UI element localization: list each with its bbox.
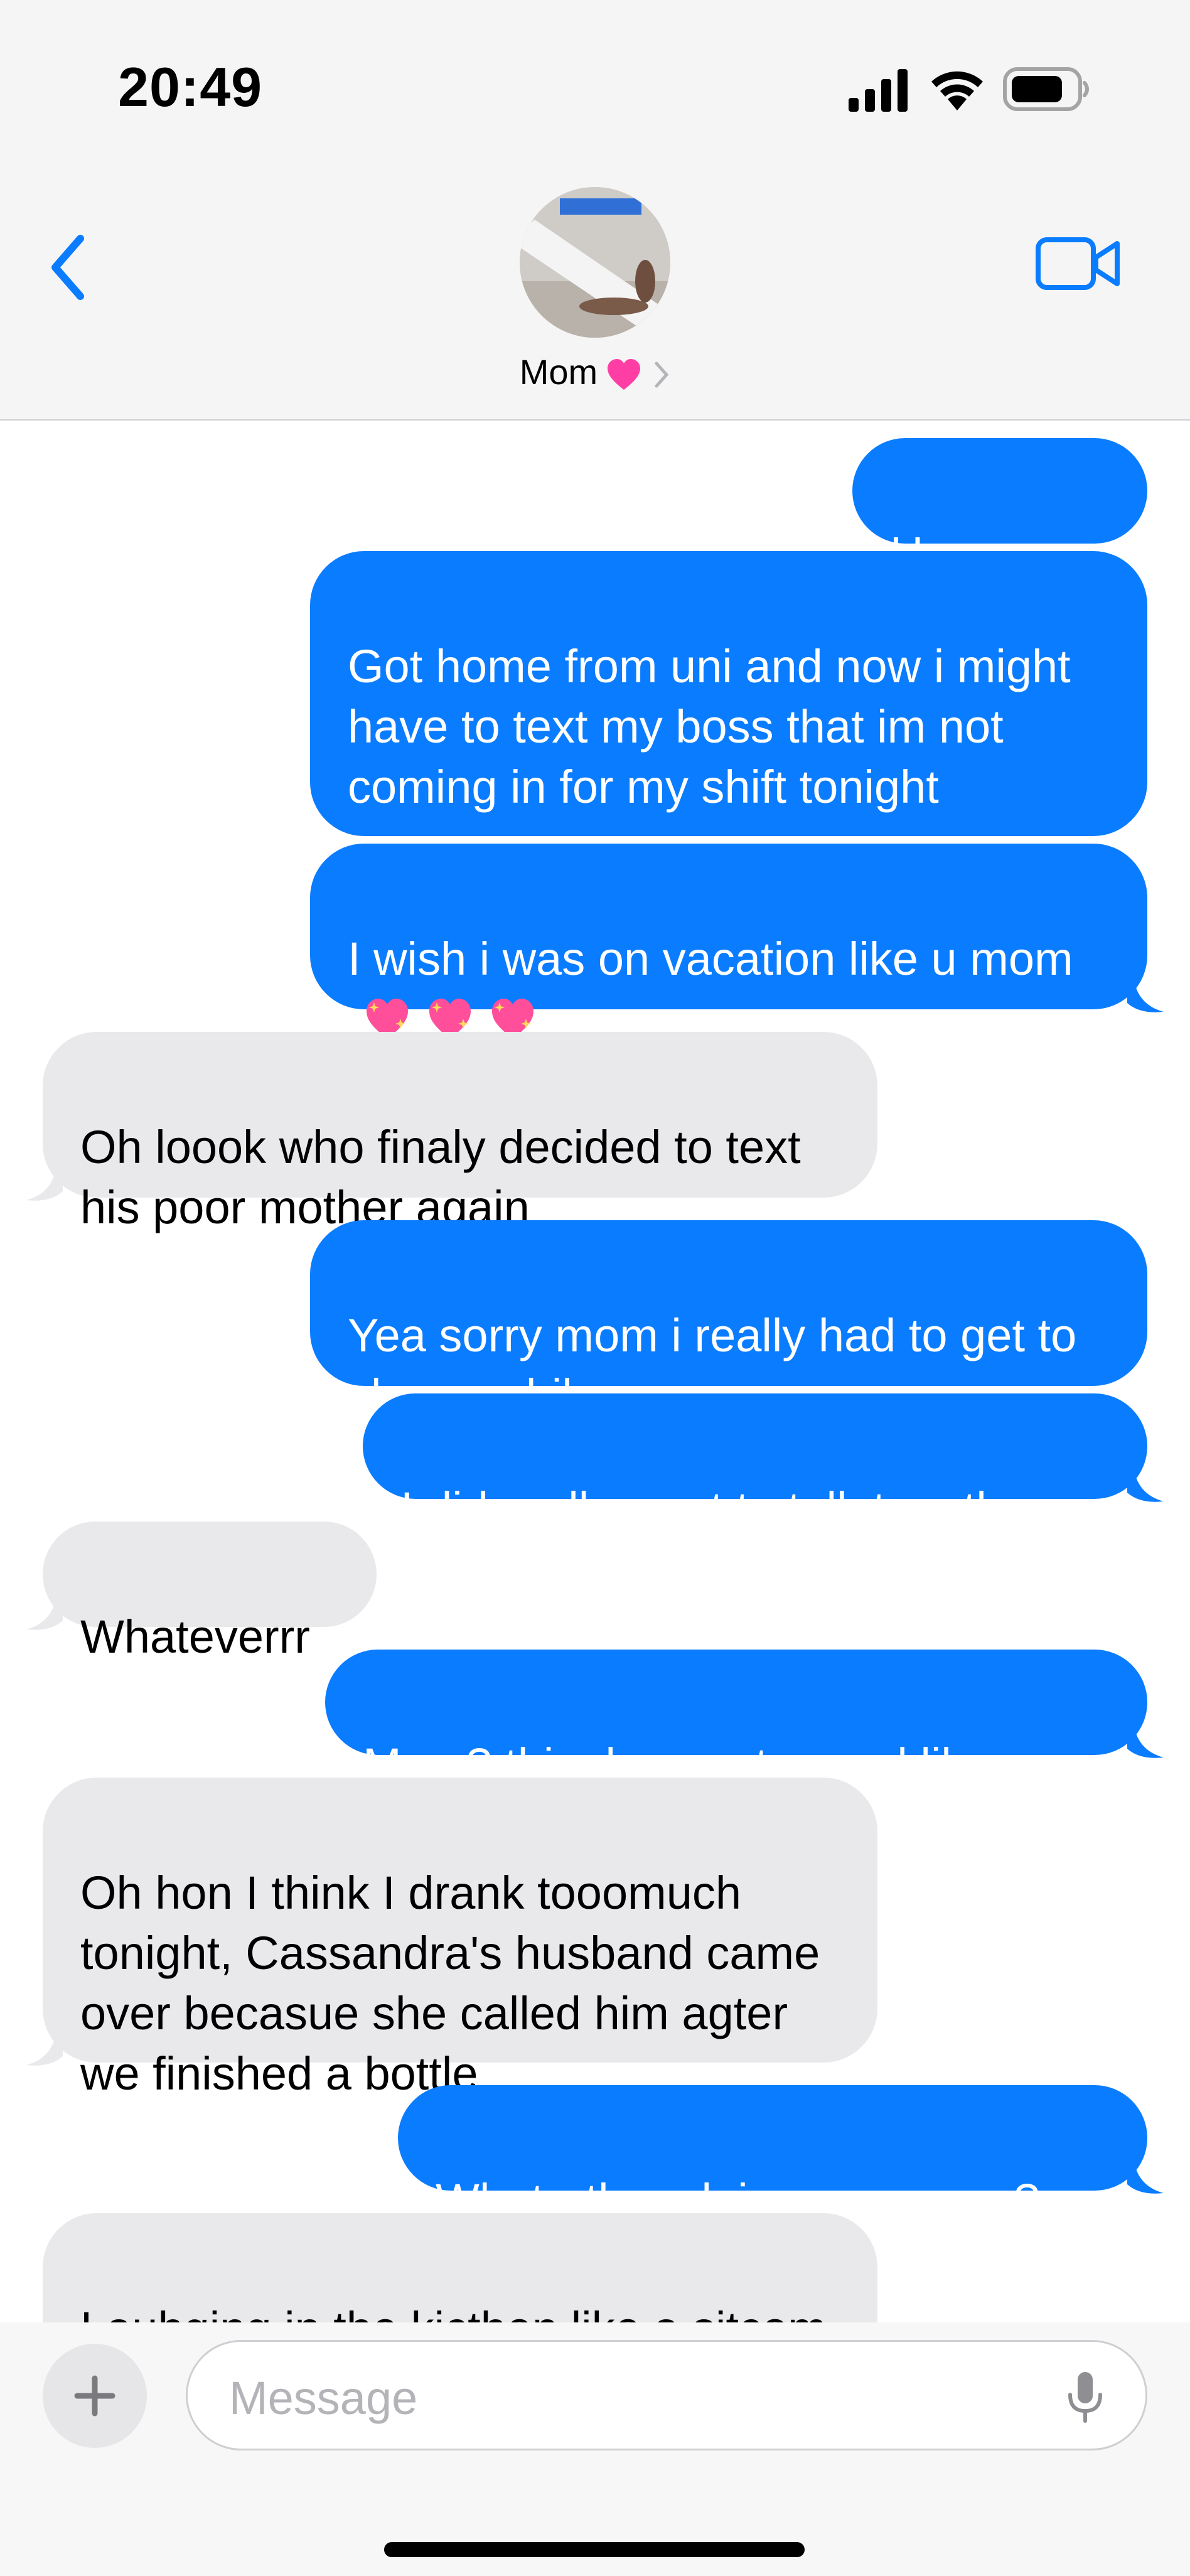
received-message-bubble[interactable]: Oh hon I think I drank tooomuch tonight,… [43,1778,877,2100]
avatar-photo [520,187,670,338]
sent-bubble-tail [1127,975,1164,1012]
facetime-video-icon[interactable] [1034,232,1122,295]
message-text: I wish i was on vacation like u mom [348,933,1073,985]
home-indicator[interactable] [384,2542,805,2557]
cellular-signal-icon [849,69,908,112]
received-message-bubble[interactable]: Lauhging in the kicthen like a sitcom, i… [43,2213,877,2322]
wifi-icon [931,71,983,110]
chevron-right-icon [655,362,669,388]
message-text: Oh loook who finaly decided to text his … [80,1121,801,1233]
contact-avatar[interactable] [520,187,670,338]
back-chevron-icon[interactable] [44,230,94,305]
message-input[interactable] [228,2368,1046,2427]
sent-message-bubble[interactable]: I did really want to talk to u tho [363,1393,1147,1535]
message-text: I did really want to talk to u tho [400,1483,1028,1535]
add-attachment-button[interactable] [43,2344,147,2448]
received-message-bubble[interactable]: Whateverrr [43,1521,377,1663]
message-thread[interactable]: Hey mom Got home from uni and now i migh… [0,421,1190,2322]
sent-message-bubble[interactable]: What r they doing now mom? [398,2085,1147,2226]
sent-bubble-tail [1127,1465,1164,1502]
received-bubble-tail [26,1164,63,1201]
contact-name: Mom [519,352,598,392]
message-composer [0,2322,1190,2576]
received-message-bubble[interactable]: Oh loook who finaly decided to text his … [43,1032,877,1233]
conversation-header: Mom [0,169,1190,421]
message-text: Got home from uni and now i might have t… [348,640,1071,813]
sent-message-bubble[interactable]: Hey mom [852,438,1147,579]
sent-message-bubble[interactable]: Yea sorry mom i really had to get to cla… [310,1220,1147,1422]
sent-message-bubble[interactable]: I wish i was on vacation like u mom [310,844,1147,1039]
received-bubble-tail [26,2029,63,2066]
battery-icon [1003,67,1089,111]
message-field-container[interactable] [186,2340,1147,2450]
microphone-icon[interactable] [1066,2371,1104,2423]
message-text: Whateverrr [80,1611,310,1663]
status-bar: 20:49 [0,0,1190,169]
message-text: Oh hon I think I drank tooomuch tonight,… [80,1867,820,2100]
received-bubble-tail [26,1593,63,1630]
pink-heart-icon [608,359,641,390]
plus-icon [74,2375,115,2417]
sent-message-bubble[interactable]: Mom? this does not sound like u [325,1650,1147,1791]
status-time: 20:49 [118,56,263,118]
sent-message-bubble[interactable]: Got home from uni and now i might have t… [310,551,1147,836]
contact-name-row[interactable]: Mom [0,352,1190,392]
message-text: Lauhging in the kicthen like a sitcom, i… [80,2302,839,2322]
sent-bubble-tail [1127,2157,1164,2194]
sent-bubble-tail [1127,1721,1164,1758]
